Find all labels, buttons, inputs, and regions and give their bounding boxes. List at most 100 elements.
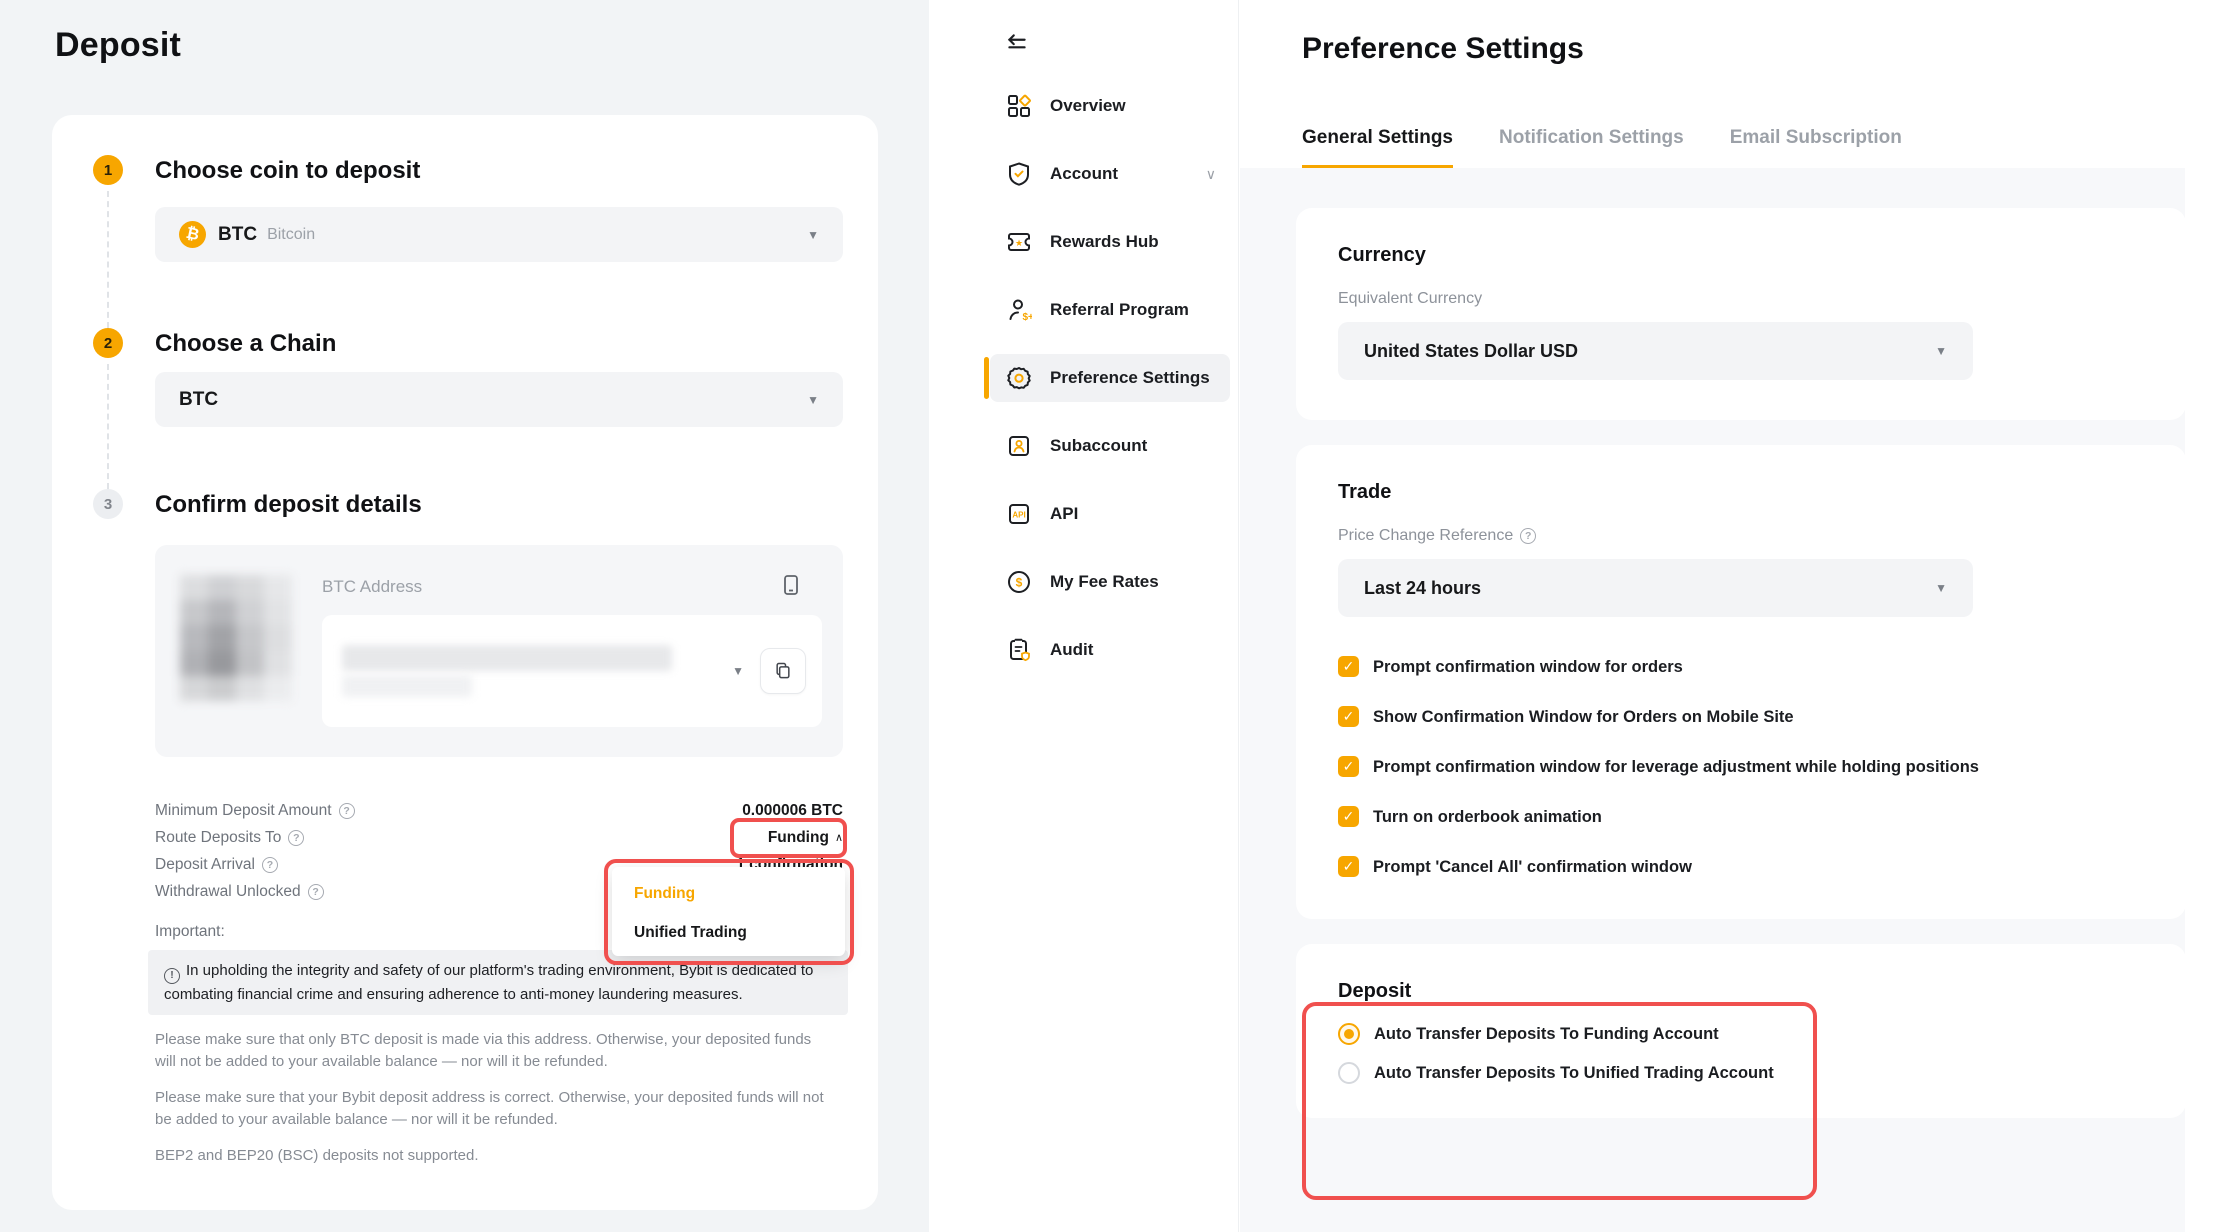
checkbox-row: ✓ Prompt confirmation window for leverag… [1338, 755, 2144, 779]
settings-title: Preference Settings [1302, 32, 1584, 66]
price-change-reference-label: Price Change Reference? [1338, 527, 2144, 545]
settings-sidebar: Overview Account ∨ ★ Rewards Hub [929, 0, 1239, 1232]
equivalent-currency-label: Equivalent Currency [1338, 290, 2144, 308]
address-blurred [342, 645, 728, 697]
checkbox-checked-icon[interactable]: ✓ [1338, 756, 1359, 777]
checkbox-row: ✓ Turn on orderbook animation [1338, 805, 2144, 829]
menu-option-unified-trading[interactable]: Unified Trading [634, 919, 845, 947]
shield-check-icon [1006, 161, 1032, 187]
coin-symbol: BTC [218, 224, 257, 246]
ticket-star-icon: ★ [1006, 229, 1032, 255]
svg-text:$+: $+ [1023, 312, 1033, 323]
step-3-badge: 3 [93, 489, 123, 519]
chevron-down-icon: ∨ [1206, 166, 1216, 183]
copy-address-button[interactable] [760, 648, 806, 694]
help-icon[interactable]: ? [308, 884, 324, 900]
help-icon[interactable]: ? [262, 857, 278, 873]
radio-unselected-icon[interactable] [1338, 1062, 1360, 1084]
chevron-down-icon: ▼ [1935, 581, 1947, 595]
sidebar-item-audit[interactable]: Audit [990, 626, 1230, 674]
sidebar-item-my-fee-rates[interactable]: $ My Fee Rates [990, 558, 1230, 606]
chevron-down-icon: ▼ [807, 228, 819, 242]
page-title: Deposit [55, 26, 181, 65]
trade-card: Trade Price Change Reference? Last 24 ho… [1296, 445, 2186, 919]
step-choose-chain: 2 Choose a Chain BTC ▼ [82, 328, 843, 489]
person-dollar-icon: $+ [1006, 297, 1032, 323]
checkbox-row: ✓ Prompt confirmation window for orders [1338, 655, 2144, 679]
chevron-down-icon[interactable]: ▼ [732, 664, 744, 678]
step-2-heading: Choose a Chain [155, 328, 843, 360]
sidebar-item-account[interactable]: Account ∨ [990, 150, 1230, 198]
chevron-down-icon: ▼ [807, 393, 819, 407]
deposit-options-list: Auto Transfer Deposits To Funding Accoun… [1338, 1023, 2144, 1084]
settings-content: Currency Equivalent Currency United Stat… [1240, 168, 2185, 1232]
step-2-badge: 2 [93, 328, 123, 358]
sidebar-nav: Overview Account ∨ ★ Rewards Hub [990, 82, 1230, 694]
deposit-settings-heading: Deposit [1338, 980, 2144, 1003]
qr-code-blurred [180, 575, 292, 701]
sidebar-item-overview[interactable]: Overview [990, 82, 1230, 130]
mobile-qr-icon[interactable] [779, 573, 803, 597]
sidebar-item-preference-settings[interactable]: Preference Settings [990, 354, 1230, 402]
step-confirm-details: 3 Confirm deposit details BTC Address [82, 489, 843, 1167]
address-value-box: ▼ [322, 615, 822, 727]
svg-text:★: ★ [1015, 238, 1023, 248]
route-deposits-dropdown-button[interactable]: Funding∧ [768, 829, 843, 847]
sidebar-item-api[interactable]: API API [990, 490, 1230, 538]
sidebar-item-referral-program[interactable]: $+ Referral Program [990, 286, 1230, 334]
checkbox-row: ✓ Show Confirmation Window for Orders on… [1338, 705, 2144, 729]
right-gutter [2185, 0, 2220, 1232]
chain-select[interactable]: BTC ▼ [155, 372, 843, 427]
dollar-circle-icon: $ [1006, 569, 1032, 595]
menu-option-funding[interactable]: Funding [634, 880, 845, 908]
svg-text:$: $ [1016, 576, 1023, 590]
checkbox-checked-icon[interactable]: ✓ [1338, 656, 1359, 677]
currency-heading: Currency [1338, 244, 2144, 267]
help-icon[interactable]: ? [339, 803, 355, 819]
checkbox-checked-icon[interactable]: ✓ [1338, 856, 1359, 877]
chevron-up-icon: ∧ [835, 831, 843, 844]
clipboard-shield-icon [1006, 637, 1032, 663]
help-icon[interactable]: ? [1520, 528, 1536, 544]
step-1-heading: Choose coin to deposit [155, 155, 843, 187]
step-3-heading: Confirm deposit details [155, 489, 843, 521]
radio-selected-icon[interactable] [1338, 1023, 1360, 1045]
coin-select[interactable]: ₿ BTC Bitcoin ▼ [155, 207, 843, 262]
deposit-page: Deposit 1 Choose coin to deposit ₿ BTC B… [0, 0, 929, 1232]
compliance-note: !In upholding the integrity and safety o… [148, 950, 848, 1015]
price-change-reference-select[interactable]: Last 24 hours ▼ [1338, 559, 1973, 617]
step-connector [107, 191, 109, 328]
collapse-sidebar-icon[interactable] [1004, 30, 1030, 56]
step-choose-coin: 1 Choose coin to deposit ₿ BTC Bitcoin ▼ [82, 155, 843, 328]
chain-value: BTC [179, 389, 218, 411]
gear-icon [1006, 365, 1032, 391]
coin-name: Bitcoin [267, 226, 315, 244]
deposit-settings-card: Deposit Auto Transfer Deposits To Fundin… [1296, 944, 2186, 1118]
equivalent-currency-select[interactable]: United States Dollar USD ▼ [1338, 322, 1973, 380]
tab-notification-settings[interactable]: Notification Settings [1499, 127, 1684, 168]
step-1-badge: 1 [93, 155, 123, 185]
btc-address-card: BTC Address ▼ [155, 545, 843, 757]
checkbox-checked-icon[interactable]: ✓ [1338, 806, 1359, 827]
detail-row: Route Deposits To? Funding∧ [155, 824, 843, 851]
person-card-icon [1006, 433, 1032, 459]
tab-general-settings[interactable]: General Settings [1302, 127, 1453, 168]
settings-tabs: General Settings Notification Settings E… [1302, 127, 1902, 168]
notice-paragraph: Please make sure that only BTC deposit i… [155, 1029, 835, 1073]
deposit-card: 1 Choose coin to deposit ₿ BTC Bitcoin ▼… [52, 115, 878, 1210]
bitcoin-icon: ₿ [179, 221, 206, 248]
sidebar-item-subaccount[interactable]: Subaccount [990, 422, 1230, 470]
checkbox-row: ✓ Prompt 'Cancel All' confirmation windo… [1338, 855, 2144, 879]
svg-text:API: API [1012, 511, 1025, 520]
notice-paragraph: BEP2 and BEP20 (BSC) deposits not suppor… [155, 1145, 835, 1167]
currency-card: Currency Equivalent Currency United Stat… [1296, 208, 2186, 420]
tab-email-subscription[interactable]: Email Subscription [1730, 127, 1902, 168]
detail-row: Minimum Deposit Amount? 0.000006 BTC [155, 797, 843, 824]
checkbox-checked-icon[interactable]: ✓ [1338, 706, 1359, 727]
sidebar-item-rewards-hub[interactable]: ★ Rewards Hub [990, 218, 1230, 266]
route-deposits-menu: Funding Unified Trading [612, 867, 845, 956]
settings-header: Preference Settings General Settings Not… [1240, 0, 2185, 168]
radio-row: Auto Transfer Deposits To Unified Tradin… [1338, 1062, 2144, 1084]
radio-row: Auto Transfer Deposits To Funding Accoun… [1338, 1023, 2144, 1045]
help-icon[interactable]: ? [288, 830, 304, 846]
